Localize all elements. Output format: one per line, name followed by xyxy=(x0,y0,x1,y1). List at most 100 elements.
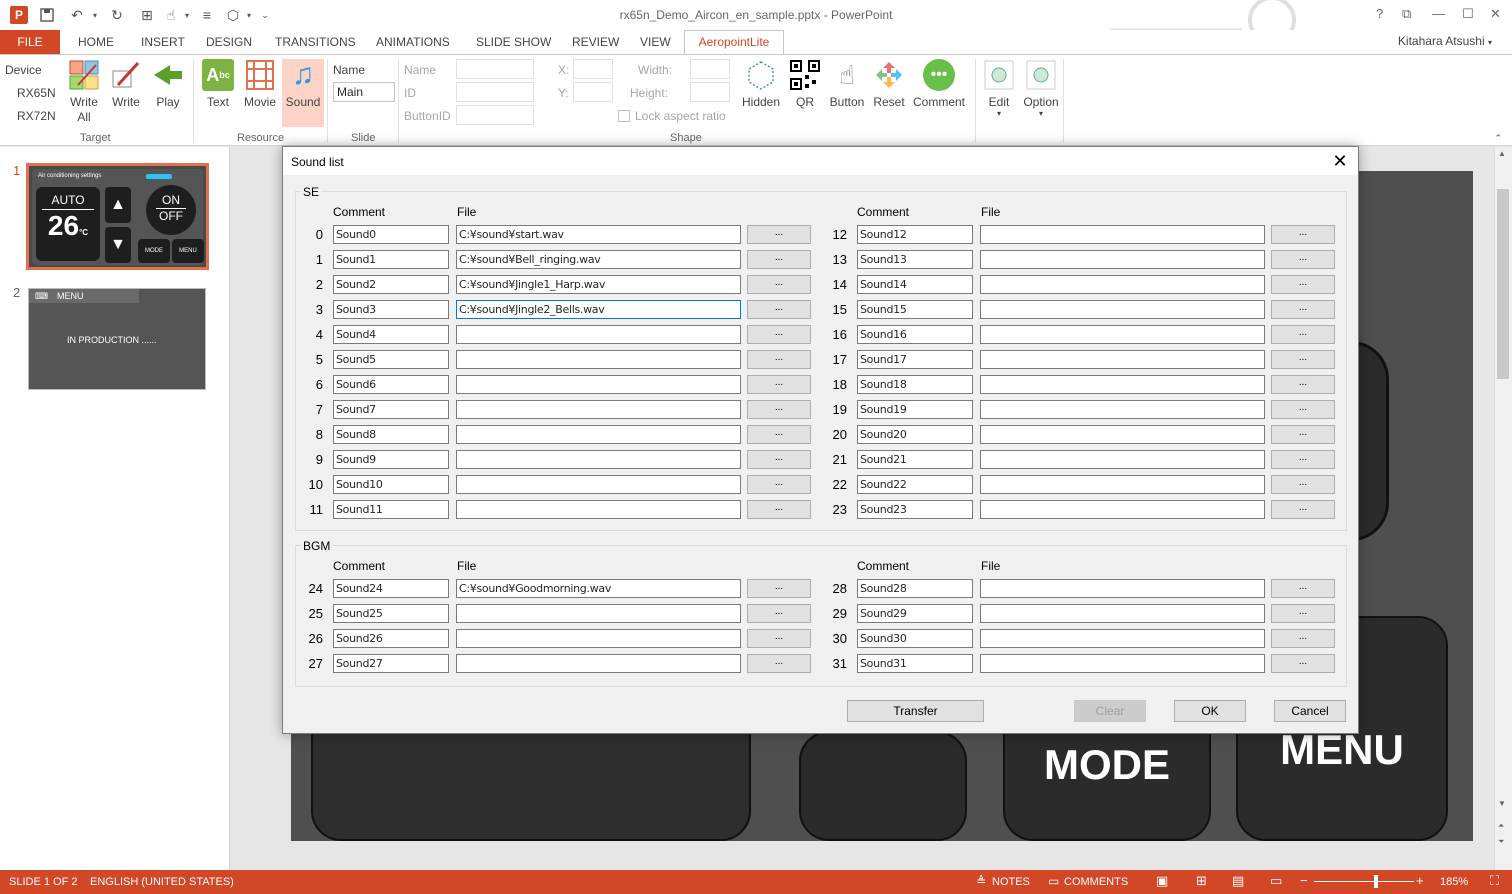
browse-file-button[interactable]: ... xyxy=(747,629,811,648)
sound-comment-input[interactable]: Sound9 xyxy=(333,450,449,469)
y-input[interactable] xyxy=(573,82,613,102)
browse-file-button[interactable]: ... xyxy=(747,579,811,598)
sound-comment-input[interactable]: Sound26 xyxy=(333,629,449,648)
dialog-close-icon[interactable]: ✕ xyxy=(1330,151,1350,172)
edit-button[interactable]: Edit ▾ xyxy=(979,59,1019,118)
notes-button[interactable]: NOTES xyxy=(992,876,1030,888)
sound-file-input[interactable] xyxy=(456,604,741,623)
transfer-button[interactable]: Transfer xyxy=(847,700,984,722)
sound-file-input[interactable]: C:¥sound¥Jingle2_Bells.wav xyxy=(456,300,741,319)
sound-comment-input[interactable]: Sound4 xyxy=(333,325,449,344)
sound-comment-input[interactable]: Sound22 xyxy=(857,475,973,494)
zoom-slider-track[interactable] xyxy=(1314,881,1414,882)
sound-file-input[interactable] xyxy=(980,375,1265,394)
sound-file-input[interactable] xyxy=(980,604,1265,623)
sound-comment-input[interactable]: Sound27 xyxy=(333,654,449,673)
collapse-ribbon-icon[interactable]: ⌃ xyxy=(1494,133,1502,144)
sound-comment-input[interactable]: Sound21 xyxy=(857,450,973,469)
browse-file-button[interactable]: ... xyxy=(1271,350,1335,369)
sound-file-input[interactable] xyxy=(456,629,741,648)
ribbon-display-icon[interactable]: ⧉ xyxy=(1402,6,1411,22)
normal-view-icon[interactable]: ▣ xyxy=(1156,873,1168,889)
slide-thumbnail-1[interactable]: Air conditioning settings AUTO 26°C ▲ ▼ … xyxy=(26,163,209,270)
sound-file-input[interactable] xyxy=(980,475,1265,494)
browse-file-button[interactable]: ... xyxy=(747,225,811,244)
browse-file-button[interactable]: ... xyxy=(1271,375,1335,394)
sound-comment-input[interactable]: Sound31 xyxy=(857,654,973,673)
sound-file-input[interactable] xyxy=(456,500,741,519)
zoom-out-icon[interactable]: − xyxy=(1300,873,1308,888)
text-button[interactable]: Abc Text xyxy=(198,59,238,109)
browse-file-button[interactable]: ... xyxy=(747,400,811,419)
qr-button[interactable]: QR xyxy=(785,59,825,109)
scroll-up-icon[interactable]: ▲ xyxy=(1498,149,1506,158)
tab-aeropointlite[interactable]: AeropointLite xyxy=(684,30,784,55)
user-name[interactable]: Kitahara Atsushi ▾ xyxy=(1398,34,1492,48)
sound-file-input[interactable] xyxy=(980,225,1265,244)
tab-review[interactable]: REVIEW xyxy=(564,34,627,54)
clear-button[interactable]: Clear xyxy=(1074,700,1146,722)
browse-file-button[interactable]: ... xyxy=(1271,500,1335,519)
zoom-level[interactable]: 185% xyxy=(1440,876,1468,888)
browse-file-button[interactable]: ... xyxy=(747,425,811,444)
minimize-icon[interactable]: — xyxy=(1432,6,1445,21)
browse-file-button[interactable]: ... xyxy=(747,375,811,394)
browse-file-button[interactable]: ... xyxy=(1271,425,1335,444)
sound-file-input[interactable] xyxy=(456,375,741,394)
sound-file-input[interactable]: C:¥sound¥Bell_ringing.wav xyxy=(456,250,741,269)
tab-animations[interactable]: ANIMATIONS xyxy=(368,34,458,54)
sound-comment-input[interactable]: Sound25 xyxy=(333,604,449,623)
slide-name-input[interactable]: Main xyxy=(333,82,395,102)
device-option-rx72n[interactable]: RX72N xyxy=(17,109,56,123)
sound-comment-input[interactable]: Sound30 xyxy=(857,629,973,648)
sound-comment-input[interactable]: Sound7 xyxy=(333,400,449,419)
sound-comment-input[interactable]: Sound15 xyxy=(857,300,973,319)
browse-file-button[interactable]: ... xyxy=(1271,250,1335,269)
vertical-scrollbar[interactable]: ▲ ▼ ⏶ ⏷ xyxy=(1494,147,1512,870)
button-button[interactable]: ☝ Button xyxy=(827,59,867,109)
browse-file-button[interactable]: ... xyxy=(1271,300,1335,319)
prev-slide-icon[interactable]: ⏶ xyxy=(1498,821,1504,831)
browse-file-button[interactable]: ... xyxy=(747,475,811,494)
browse-file-button[interactable]: ... xyxy=(747,604,811,623)
browse-file-button[interactable]: ... xyxy=(1271,579,1335,598)
x-input[interactable] xyxy=(573,59,613,79)
shape-buttonid-input[interactable] xyxy=(456,105,534,125)
sound-comment-input[interactable]: Sound13 xyxy=(857,250,973,269)
sound-file-input[interactable] xyxy=(980,654,1265,673)
slide-sorter-icon[interactable]: ⊞ xyxy=(1196,873,1207,889)
help-icon[interactable]: ? xyxy=(1376,6,1383,21)
device-option-rx65n[interactable]: RX65N xyxy=(17,86,56,100)
sound-comment-input[interactable]: Sound20 xyxy=(857,425,973,444)
slide-thumbnail-2[interactable]: MENU ⌨ IN PRODUCTION ...... xyxy=(28,288,206,390)
sound-file-input[interactable] xyxy=(456,400,741,419)
tab-view[interactable]: VIEW xyxy=(632,34,679,54)
maximize-icon[interactable]: ☐ xyxy=(1462,6,1474,22)
sound-file-input[interactable] xyxy=(980,579,1265,598)
browse-file-button[interactable]: ... xyxy=(1271,325,1335,344)
browse-file-button[interactable]: ... xyxy=(747,654,811,673)
tab-file[interactable]: FILE xyxy=(0,30,60,54)
browse-file-button[interactable]: ... xyxy=(1271,225,1335,244)
comments-button[interactable]: COMMENTS xyxy=(1064,876,1128,888)
sound-file-input[interactable] xyxy=(980,629,1265,648)
slideshow-view-icon[interactable]: ▭ xyxy=(1270,873,1282,889)
scroll-thumb[interactable] xyxy=(1497,189,1509,379)
browse-file-button[interactable]: ... xyxy=(747,275,811,294)
comment-button[interactable]: ••• Comment xyxy=(910,59,968,109)
tab-home[interactable]: HOME xyxy=(70,34,122,54)
sound-comment-input[interactable]: Sound24 xyxy=(333,579,449,598)
browse-file-button[interactable]: ... xyxy=(747,450,811,469)
scroll-down-icon[interactable]: ▼ xyxy=(1498,799,1506,808)
browse-file-button[interactable]: ... xyxy=(1271,450,1335,469)
sound-comment-input[interactable]: Sound1 xyxy=(333,250,449,269)
shape-id-input[interactable] xyxy=(456,82,534,102)
sound-file-input[interactable] xyxy=(980,275,1265,294)
browse-file-button[interactable]: ... xyxy=(747,250,811,269)
sound-comment-input[interactable]: Sound10 xyxy=(333,475,449,494)
sound-comment-input[interactable]: Sound18 xyxy=(857,375,973,394)
browse-file-button[interactable]: ... xyxy=(747,300,811,319)
sound-comment-input[interactable]: Sound5 xyxy=(333,350,449,369)
sound-comment-input[interactable]: Sound28 xyxy=(857,579,973,598)
browse-file-button[interactable]: ... xyxy=(747,325,811,344)
